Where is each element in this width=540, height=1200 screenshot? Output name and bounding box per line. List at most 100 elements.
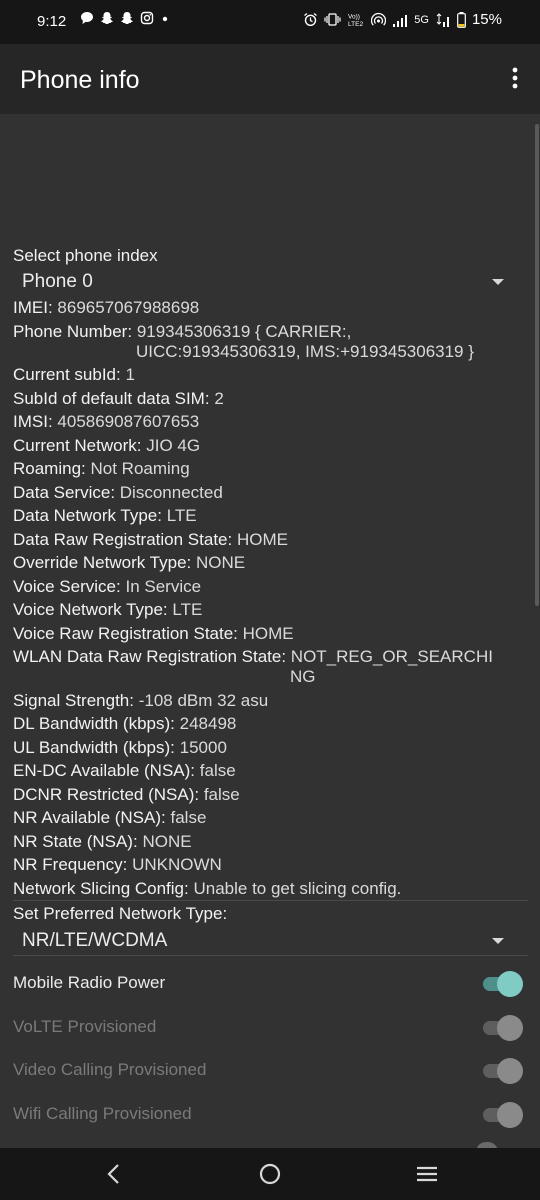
- info-value-continuation: UICC:919345306319, IMS:+919345306319 }: [136, 341, 474, 361]
- info-value: 248498: [179, 714, 237, 733]
- preferred-network-label: Set Preferred Network Type:: [13, 904, 228, 923]
- info-row: Data Raw Registration State: HOME: [13, 530, 288, 550]
- info-label: Roaming:: [13, 459, 86, 478]
- info-value: In Service: [125, 576, 202, 596]
- info-row: Override Network Type: NONE: [13, 553, 245, 573]
- info-label: NR Available (NSA):: [13, 808, 166, 827]
- svg-text:Vo)): Vo)): [348, 14, 360, 21]
- info-label: EN-DC Available (NSA):: [13, 761, 196, 780]
- info-label: Signal Strength:: [13, 690, 134, 710]
- info-label: Phone Number:: [13, 321, 133, 341]
- toggle-switch[interactable]: [483, 971, 523, 997]
- preferred-network-value: NR/LTE/WCDMA: [22, 930, 168, 951]
- info-row: Roaming: Not Roaming: [13, 459, 190, 479]
- app-bar: Phone info: [0, 44, 540, 114]
- info-value-continuation: NG: [290, 667, 316, 686]
- network-type-label: 5G: [414, 13, 429, 26]
- svg-text:LTE2: LTE2: [348, 21, 363, 27]
- toggle-switch: [483, 1014, 523, 1041]
- info-label: Current subId:: [13, 365, 121, 384]
- info-row: NR Available (NSA): false: [13, 808, 206, 828]
- info-row: DL Bandwidth (kbps): 248498: [13, 714, 236, 734]
- info-label: WLAN Data Raw Registration State:: [13, 647, 287, 666]
- dropdown-arrow-icon: [492, 938, 504, 944]
- toggle-thumb: [497, 1014, 523, 1041]
- chat-icon: [81, 12, 93, 24]
- phone-index-value: Phone 0: [22, 271, 93, 292]
- info-label: UL Bandwidth (kbps):: [13, 737, 175, 757]
- vibrate-icon: [324, 13, 341, 26]
- toggle-row: VoLTE Provisioned: [13, 1008, 528, 1048]
- info-label: SubId of default data SIM:: [13, 388, 210, 408]
- hotspot-icon: [371, 12, 387, 26]
- toggle-label: Wifi Calling Provisioned: [13, 1103, 192, 1123]
- info-value: 15000: [179, 737, 227, 757]
- toggle-row: Video Calling Provisioned: [13, 1051, 528, 1091]
- info-row: SubId of default data SIM: 2: [13, 389, 224, 409]
- toggle-thumb: [497, 971, 523, 997]
- alarm-icon: [304, 12, 318, 27]
- info-row: Network Slicing Config: Unable to get sl…: [13, 879, 401, 899]
- info-label: IMSI:: [13, 412, 53, 431]
- back-icon[interactable]: [104, 1162, 124, 1186]
- info-label: Network Slicing Config:: [13, 878, 189, 898]
- info-value: HOME: [242, 623, 294, 643]
- info-row: Data Service: Disconnected: [13, 483, 223, 503]
- navigation-bar: [0, 1148, 540, 1200]
- info-row: WLAN Data Raw Registration State: NOT_RE…: [13, 647, 493, 667]
- instagram-icon: [140, 11, 154, 25]
- info-row: NR Frequency: UNKNOWN: [13, 855, 222, 875]
- divider: [13, 900, 528, 901]
- info-label: Voice Raw Registration State:: [13, 623, 238, 643]
- phone-info-content[interactable]: Select phone index Phone 0 IMEI: 8696570…: [0, 114, 540, 1148]
- divider: [13, 955, 528, 956]
- info-label: NR Frequency:: [13, 855, 128, 874]
- 5g-signal-icon: [436, 12, 449, 27]
- info-value: NOT_REG_OR_SEARCHI: [290, 647, 493, 666]
- info-label: NR State (NSA):: [13, 831, 138, 851]
- battery-icon: [457, 11, 466, 28]
- info-value: 869657067988698: [57, 298, 200, 317]
- info-value: HOME: [236, 529, 288, 549]
- toggle-label: Mobile Radio Power: [13, 973, 166, 992]
- preferred-network-spinner[interactable]: NR/LTE/WCDMA: [13, 926, 528, 956]
- info-row: IMSI: 405869087607653: [13, 412, 199, 432]
- info-value: 919345306319 { CARRIER:,: [136, 321, 352, 341]
- dot-icon: [162, 16, 168, 22]
- toggle-switch: [483, 1101, 523, 1128]
- info-label: Voice Service:: [13, 576, 121, 596]
- status-bar: 9:12 Vo)) LTE2 5G 15%: [0, 0, 540, 44]
- info-value: -108 dBm 32 asu: [138, 690, 269, 710]
- info-row: DCNR Restricted (NSA): false: [13, 785, 240, 805]
- info-value: UNKNOWN: [132, 855, 222, 874]
- info-value: Not Roaming: [90, 459, 190, 478]
- scrollbar[interactable]: [535, 124, 539, 606]
- info-row: Phone Number: 919345306319 { CARRIER:,: [13, 322, 351, 342]
- info-value: 2: [214, 388, 224, 408]
- info-row: Current Network: JIO 4G: [13, 436, 200, 456]
- info-row: Voice Service: In Service: [13, 577, 201, 597]
- select-phone-index-label: Select phone index: [13, 246, 158, 265]
- signal-icon: [393, 14, 408, 27]
- more-vert-icon[interactable]: [506, 66, 524, 92]
- info-value: Unable to get slicing config.: [193, 878, 402, 898]
- info-value: LTE: [166, 506, 197, 525]
- toggle-label: Video Calling Provisioned: [13, 1060, 207, 1079]
- info-label: Data Network Type:: [13, 506, 162, 525]
- info-value: 1: [125, 365, 135, 384]
- toggle-switch: [483, 1058, 523, 1084]
- info-row: Current subId: 1: [13, 365, 135, 385]
- toggle-thumb: [497, 1101, 523, 1128]
- toggle-row: Wifi Calling Provisioned: [13, 1095, 528, 1135]
- home-icon[interactable]: [258, 1162, 282, 1186]
- info-label: Current Network:: [13, 435, 142, 455]
- phone-index-spinner[interactable]: Phone 0: [13, 266, 528, 298]
- recents-icon[interactable]: [415, 1162, 439, 1186]
- info-value: Disconnected: [119, 482, 223, 502]
- info-value: 405869087607653: [57, 412, 200, 431]
- info-row: UL Bandwidth (kbps): 15000: [13, 738, 227, 758]
- status-time: 9:12: [37, 13, 67, 30]
- toggle-row[interactable]: Mobile Radio Power: [13, 964, 528, 1004]
- system-icons: Vo)) LTE2 5G 15%: [303, 11, 502, 28]
- info-value: NONE: [196, 553, 246, 572]
